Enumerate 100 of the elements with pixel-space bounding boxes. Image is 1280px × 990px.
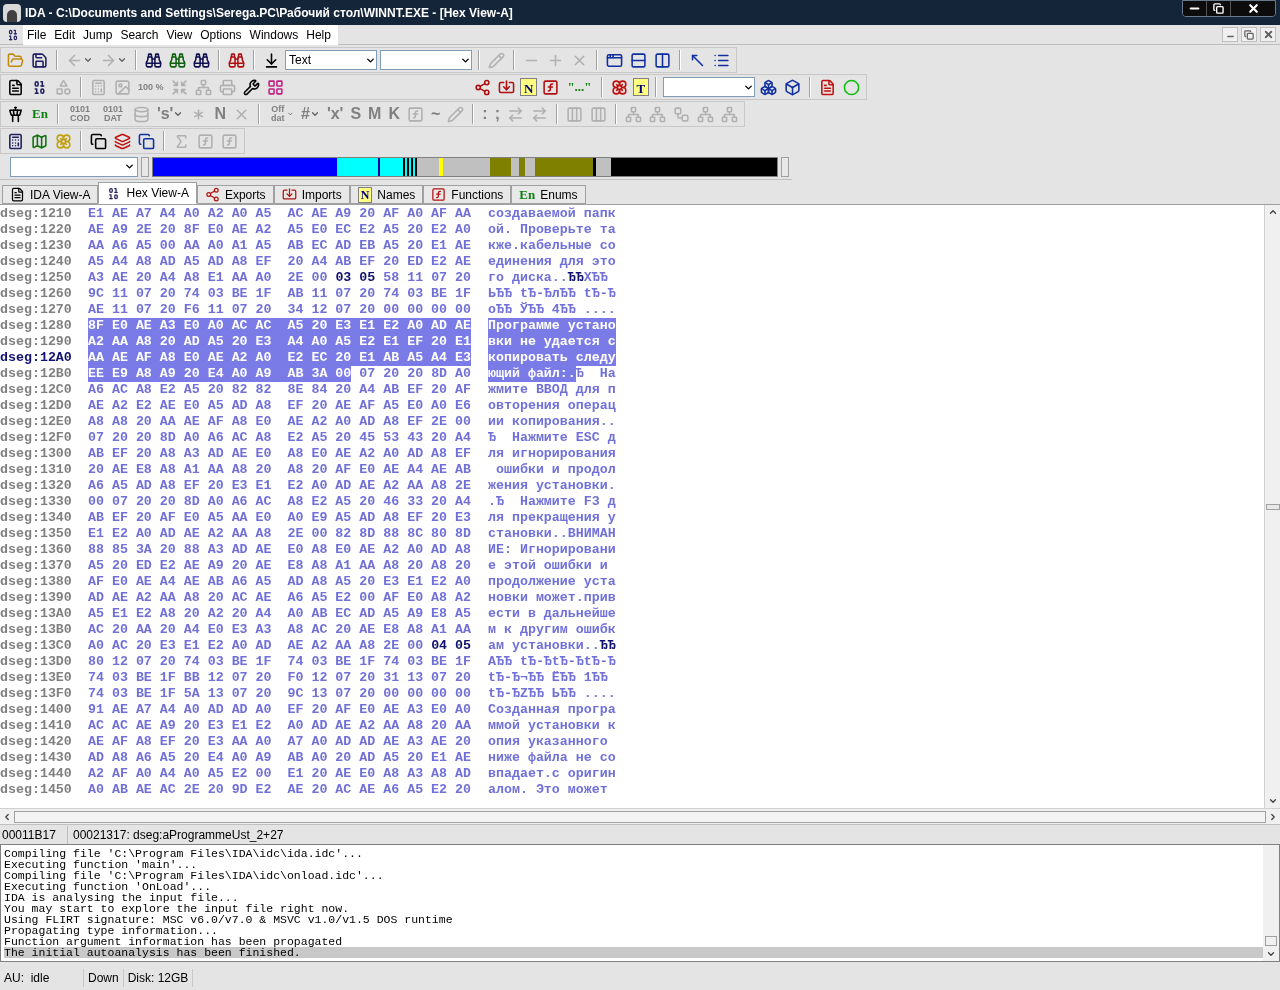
ascii-text: го диска..ЂЂXЂЂ [488,270,608,286]
hex-bytes: AE 11 07 20 F6 11 07 20 34 12 07 20 00 00 00 00 [88,302,471,318]
combo-box[interactable] [380,50,472,70]
restore-icon [1244,29,1254,40]
hex-bytes: A6 AC A8 E2 A5 20 82 82 8E 84 20 A4 AB EF 20 AF [88,382,471,398]
minimize-button[interactable] [1183,1,1207,16]
hex-bytes: A6 A5 AD A8 EF 20 E3 E1 E2 A0 AD AE A2 AA A8 2E [88,478,471,494]
ascii-text: м к другим ошибк [488,622,616,638]
tab[interactable]: Hex View-A [98,182,197,204]
vertical-scrollbar[interactable] [1263,845,1279,961]
menu-item[interactable]: Help [302,25,335,44]
hex-bytes: 74 03 BE 1F BB 12 07 20 F0 12 07 20 31 13 07 20 [88,670,471,686]
position-text: 00021317: dseg:aProgrammeUst_2+27 [72,826,285,844]
hex-bytes: AA A6 A5 00 AA A0 A1 A5 AB EC AD EB A5 20 E1 AE [88,238,471,254]
address: dseg:13A0 [0,606,72,622]
address: dseg:1400 [0,702,72,718]
address: dseg:1420 [0,734,72,750]
ascii-text: новки может.прив [488,590,616,606]
menu-item[interactable]: Options [196,25,246,44]
function-icon [431,187,447,202]
menu-item[interactable]: View [162,25,197,44]
scroll-thumb[interactable] [1265,936,1277,946]
address: dseg:12C0 [0,382,72,398]
horizontal-scrollbar[interactable] [0,808,1280,824]
ascii-text: АЂЂ tЂ-ЂtЂ-ЂtЂ-Ђ [488,654,616,670]
menu-item[interactable]: Edit [50,25,80,44]
log-line: Propagating type information... [4,925,219,936]
hex-bytes: A5 20 ED E2 AE A9 20 AE E8 A8 A1 AA A8 20 A8 20 [88,558,471,574]
log-line: Executing function 'OnLoad'... [4,881,213,892]
ascii-text: tЂ-ЂZЂЂ ЬЂЂ .... [488,686,616,702]
hex-bytes: AF E0 AE A4 AE AB A6 A5 AD A8 A5 20 E3 E1 E2 A0 [88,574,471,590]
address: dseg:1260 [0,286,72,302]
address: dseg:12E0 [0,414,72,430]
arrow-left-icon[interactable] [2,811,12,822]
ascii-text: опия указанного [488,734,608,750]
address: dseg:1240 [0,254,72,270]
hex-bytes: AD AE A2 AA A8 20 AC AE A6 A5 E2 00 AF E0 A8 A2 [88,590,471,606]
log-line: IDA is analysing the input file... [4,892,240,903]
arrow-right-icon[interactable] [1268,811,1278,822]
hex-bytes: AC 20 AA 20 A4 E0 E3 A3 A8 AC 20 AE E8 A8 A1 AA [88,622,471,638]
address: dseg:13E0 [0,670,72,686]
maximize-button[interactable] [1207,1,1231,16]
address: dseg:1430 [0,750,72,766]
ascii-text: кже.кабельные со [488,238,616,254]
tab[interactable]: Exports [196,185,274,204]
hex-bytes: 00 07 20 20 8D A0 A6 AC A8 E2 A5 20 46 33 20 A4 [88,494,471,510]
toolbar-button[interactable]: "..." [564,77,595,97]
address: dseg:13F0 [0,686,72,702]
ascii-text: алом. Это может [488,782,608,798]
ascii-text: ести в дальнейше [488,606,616,622]
ascii-text: ющий файл:. [488,366,576,382]
hex-bytes: A2 AA A8 20 AD A5 20 E3 A4 A0 A5 E2 E1 EF 20 E1 [88,334,471,350]
close-button[interactable] [1231,1,1275,16]
hex-bytes: A8 A8 20 AA AE AF A8 E0 AE A2 A0 AD A8 EF 2E 00 [88,414,471,430]
address: dseg:1410 [0,718,72,734]
address: dseg:13B0 [0,622,72,638]
tab[interactable]: IDA View-A [2,185,99,204]
scroll-right-button[interactable] [781,156,789,177]
log-line: Compiling file 'C:\Program Files\IDA\idc\onload.idc'... [4,870,385,881]
hex-bytes: A5 A4 A8 AD A5 AD A8 EF 20 A4 AB EF 20 ED E2 AE [88,254,471,270]
share-icon [204,187,220,202]
log-line: You may start to explore the input file right now. [4,903,351,914]
tab[interactable]: Imports [273,185,350,204]
ascii-text: вки не удается с [488,334,616,350]
address: dseg:12D0 [0,398,72,414]
menu-item[interactable]: Search [116,25,163,44]
toolbar-button[interactable]: T [632,78,650,96]
tab[interactable]: Functions [423,185,512,204]
ascii-text: впадает.с оригин [488,766,616,782]
binary-icon[interactable] [6,27,20,42]
toolbar-button[interactable]: En [29,104,51,124]
address: dseg:1450 [0,782,72,798]
tab[interactable]: En Enums [511,185,586,204]
address: dseg:13D0 [0,654,72,670]
tab[interactable]: N Names [349,185,424,204]
address: dseg:1230 [0,238,72,254]
ascii-text: ЬЂЂ tЂ-ЂлЂЂ tЂ-Ђ [488,286,616,302]
arrow-down-icon[interactable] [1267,796,1278,806]
navigation-band-drawing[interactable] [152,156,778,177]
hex-bytes: A3 AE 20 A4 A8 E1 AA A0 2E 00 03 05 58 11 07 20 [88,270,472,286]
address: dseg:1270 [0,302,72,318]
toolbar-button[interactable]: N [520,78,538,96]
vertical-scrollbar[interactable] [1264,205,1280,808]
hex-bytes: EE E9 A8 A9 20 E4 A0 A9 AB 3A 00 [88,366,352,382]
restore-button[interactable] [1241,27,1257,42]
tab-icon-label: N [357,186,373,203]
arrow-down-icon[interactable] [1266,949,1276,959]
arrow-up-icon[interactable] [1267,207,1278,217]
address: dseg:12F0 [0,430,72,446]
ascii-text: ммой установки к [488,718,616,734]
menu-item[interactable]: Jump [79,25,117,44]
scroll-thumb[interactable] [1265,503,1280,510]
address: dseg:1390 [0,590,72,606]
address: dseg:1290 [0,334,72,350]
ascii-text: единения для это [488,254,616,270]
menu-item[interactable]: Windows [245,25,303,44]
combo-box[interactable]: Text [285,50,377,70]
menu-item[interactable]: File [23,25,51,44]
ascii-text: ИЕ: Игнорировани [488,542,616,558]
address: dseg:13C0 [0,638,72,654]
